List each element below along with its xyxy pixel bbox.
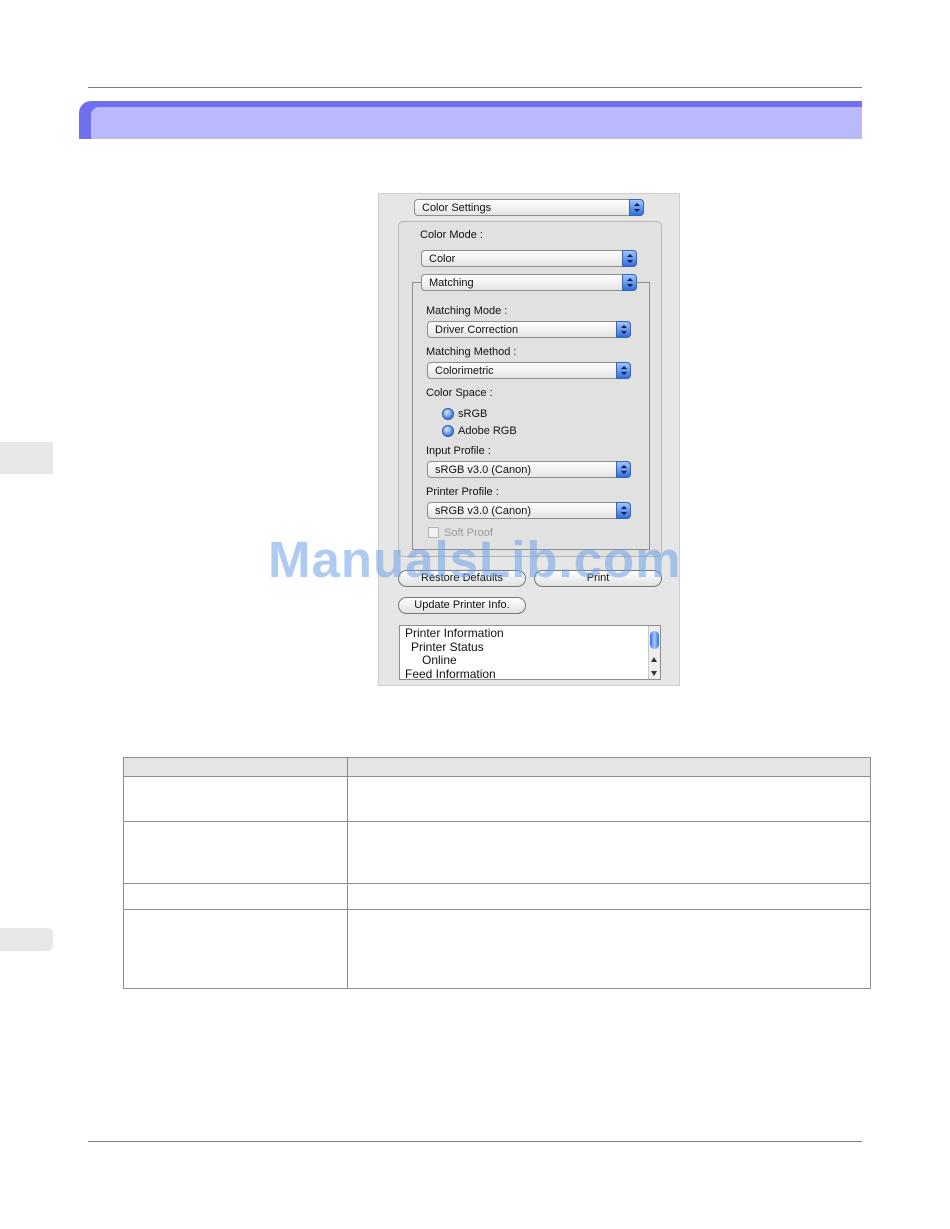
matching-mode-popup[interactable]: Driver Correction — [427, 321, 631, 338]
table-column-divider — [347, 758, 348, 988]
matching-section-popup[interactable]: Matching — [421, 274, 637, 291]
info-line: Online — [422, 653, 457, 667]
color-mode-label: Color Mode : — [420, 229, 483, 241]
matching-method-popup[interactable]: Colorimetric — [427, 362, 631, 379]
update-printer-info-button[interactable]: Update Printer Info. — [398, 597, 526, 614]
color-settings-dialog: Color Settings Color Mode : Color Matchi… — [378, 193, 680, 686]
matching-section-label: Matching — [429, 277, 474, 289]
popup-arrows-icon — [616, 321, 631, 338]
info-list-scrollbar[interactable] — [648, 626, 660, 679]
printer-profile-value: sRGB v3.0 (Canon) — [435, 505, 531, 517]
scrollbar-thumb[interactable] — [650, 631, 659, 649]
adobe-rgb-radio-label: Adobe RGB — [458, 425, 517, 437]
side-chapter-tab — [0, 442, 53, 474]
matching-method-label: Matching Method : — [426, 346, 517, 358]
popup-arrows-icon — [616, 362, 631, 379]
info-line: Printer Information — [405, 626, 504, 640]
srgb-radio-label: sRGB — [458, 408, 488, 420]
popup-arrows-icon — [616, 502, 631, 519]
popup-arrows-icon — [629, 199, 644, 216]
matching-method-value: Colorimetric — [435, 365, 494, 377]
printer-profile-popup[interactable]: sRGB v3.0 (Canon) — [427, 502, 631, 519]
table-row-divider — [124, 883, 870, 884]
table-row-divider — [124, 909, 870, 910]
panel-popup[interactable]: Color Settings — [414, 199, 644, 216]
printer-info-list[interactable]: Printer Information Printer Status Onlin… — [399, 625, 661, 680]
popup-arrows-icon — [622, 250, 637, 267]
section-banner — [79, 101, 862, 139]
top-rule — [88, 87, 862, 88]
input-profile-value: sRGB v3.0 (Canon) — [435, 464, 531, 476]
adobe-rgb-radio[interactable] — [442, 425, 454, 437]
matching-mode-label: Matching Mode : — [426, 305, 508, 317]
info-line: Feed Information — [405, 666, 496, 680]
settings-table — [123, 757, 871, 989]
info-line: Printer Status — [411, 639, 484, 654]
table-row-divider — [124, 821, 870, 822]
matching-mode-value: Driver Correction — [435, 324, 519, 336]
popup-arrows-icon — [622, 274, 637, 291]
input-profile-popup[interactable]: sRGB v3.0 (Canon) — [427, 461, 631, 478]
side-index-tab — [0, 928, 53, 951]
scroll-down-arrow-icon[interactable] — [651, 671, 657, 676]
bottom-rule — [88, 1141, 862, 1142]
panel-popup-label: Color Settings — [422, 202, 492, 214]
color-mode-popup[interactable]: Color — [421, 250, 637, 267]
color-mode-value: Color — [429, 253, 456, 265]
color-space-label: Color Space : — [426, 387, 493, 399]
scroll-up-arrow-icon[interactable] — [651, 657, 657, 662]
section-banner-fill — [91, 107, 862, 139]
input-profile-label: Input Profile : — [426, 445, 491, 457]
printer-profile-label: Printer Profile : — [426, 486, 499, 498]
srgb-radio[interactable] — [442, 408, 454, 420]
table-header-row — [124, 758, 870, 777]
watermark: ManualsLib.com — [268, 531, 682, 588]
popup-arrows-icon — [616, 461, 631, 478]
